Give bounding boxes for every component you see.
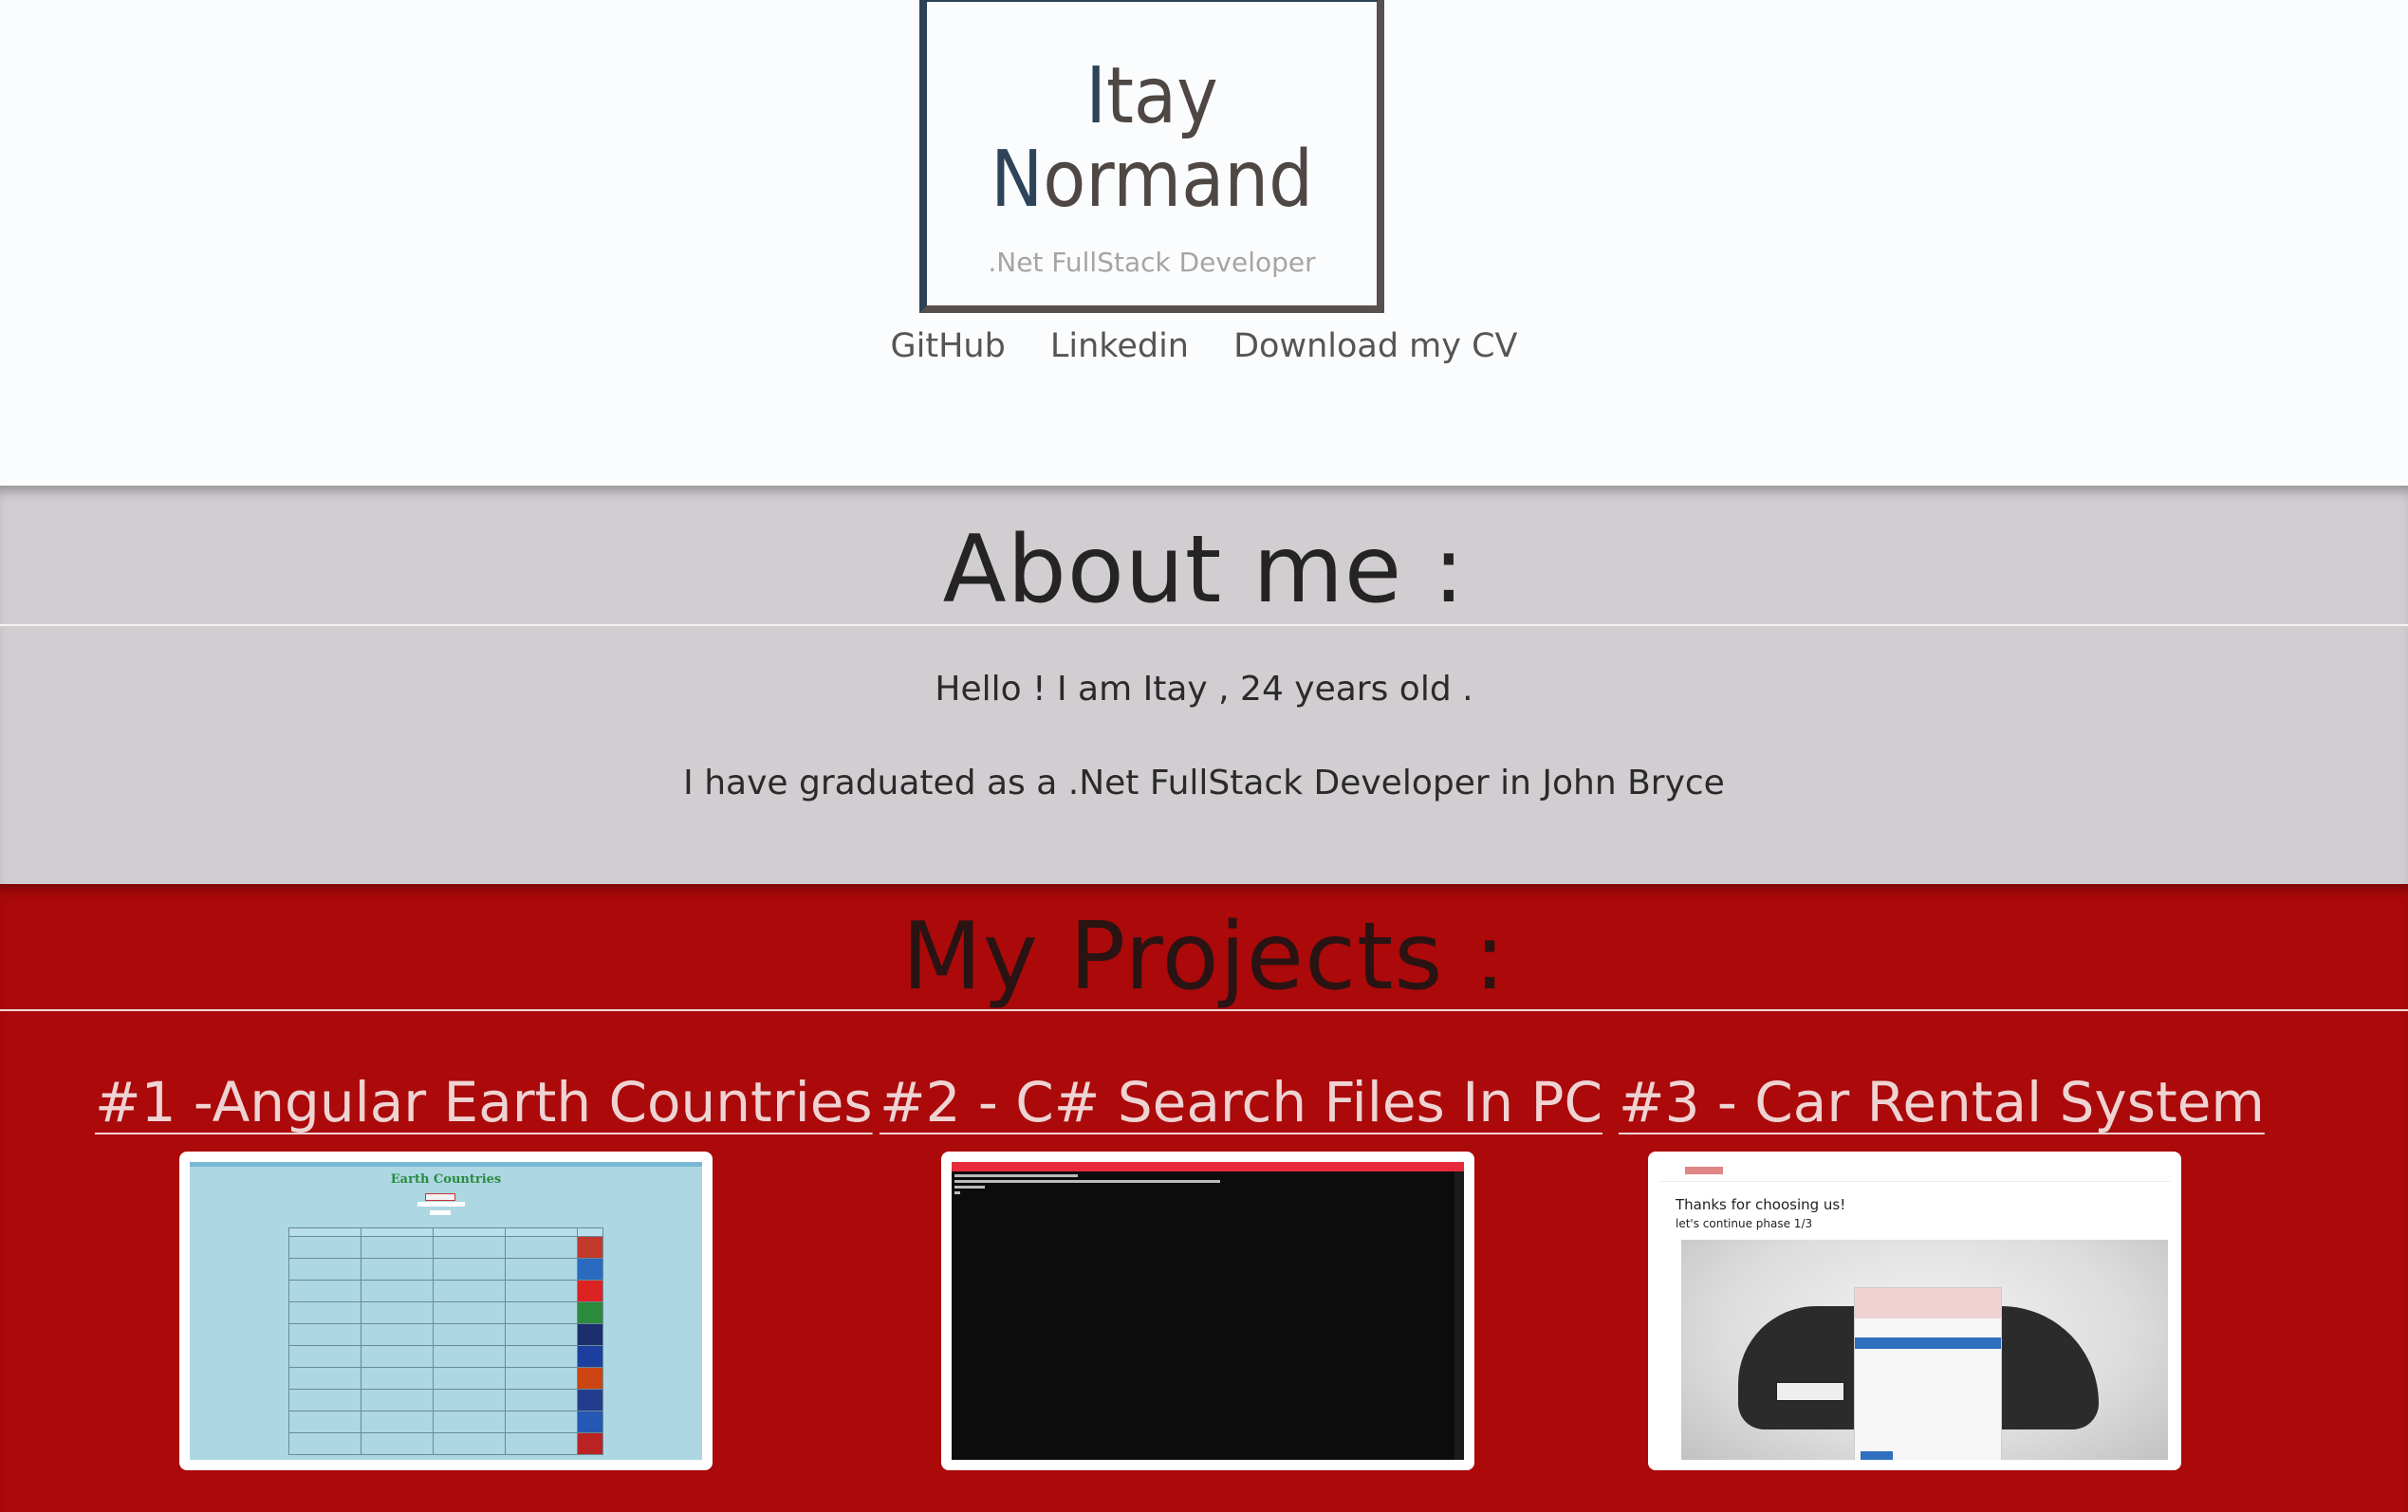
welcome-banner — [1855, 1288, 2001, 1318]
about-divider — [0, 624, 2408, 626]
table-row — [288, 1389, 603, 1411]
about-title: About me : — [942, 516, 1466, 624]
download-cv-link[interactable]: Download my CV — [1233, 327, 1517, 365]
thanks-text: Thanks for choosing us! — [1676, 1196, 1846, 1213]
table-row — [288, 1301, 603, 1324]
table-row — [288, 1432, 603, 1455]
name-last-initial: N — [991, 135, 1044, 225]
about-paragraph-2: I have graduated as a .Net FullStack Dev… — [683, 764, 1725, 802]
earth-countries-preview: Earth Countries — [190, 1162, 702, 1460]
console-scrollbar — [1454, 1171, 1464, 1460]
name-first: Itay — [927, 55, 1377, 138]
license-plate — [1776, 1382, 1844, 1401]
name-last-rest: ormand — [1043, 135, 1313, 225]
table-row — [288, 1345, 603, 1368]
project-1-title-link[interactable]: #1 -Angular Earth Countries — [95, 1070, 873, 1134]
table-row — [288, 1227, 603, 1237]
logo-box: Itay Normand .Net FullStack Developer — [919, 0, 1384, 313]
job-subtitle: .Net FullStack Developer — [988, 247, 1316, 278]
countries-table — [288, 1227, 603, 1455]
preview-button — [425, 1193, 455, 1201]
project-2-title-link[interactable]: #2 - C# Search Files In PC — [880, 1070, 1602, 1134]
console-line — [954, 1174, 1078, 1177]
booking-form — [1854, 1287, 2002, 1460]
earth-countries-heading: Earth Countries — [390, 1172, 502, 1187]
table-row — [288, 1367, 603, 1390]
continue-button — [1861, 1451, 1893, 1460]
name-last: Normand — [927, 138, 1377, 222]
name-first-initial: I — [1085, 51, 1106, 141]
projects-title: My Projects : — [901, 903, 1507, 1011]
form-header — [1855, 1337, 2001, 1349]
github-link[interactable]: GitHub — [891, 327, 1006, 365]
preview-navbar — [1658, 1162, 2171, 1182]
table-row — [288, 1280, 603, 1302]
project-1-screenshot[interactable]: Earth Countries — [179, 1152, 713, 1470]
rentacar-logo — [1685, 1167, 1723, 1174]
console-preview — [952, 1162, 1464, 1460]
preview-input — [417, 1202, 465, 1207]
rent-car-preview: Thanks for choosing us! let's continue p… — [1658, 1162, 2171, 1460]
project-3-title-link[interactable]: #3 - Car Rental System — [1619, 1070, 2265, 1134]
linkedin-link[interactable]: Linkedin — [1050, 327, 1189, 365]
projects-divider — [0, 1009, 2408, 1011]
projects-section: My Projects : #1 -Angular Earth Countrie… — [0, 884, 2408, 1512]
car-photo — [1681, 1240, 2168, 1460]
preview-button — [430, 1210, 451, 1215]
phase-text: let's continue phase 1/3 — [1676, 1217, 1813, 1230]
console-cursor — [954, 1191, 960, 1194]
table-row — [288, 1323, 603, 1346]
about-section: About me : Hello ! I am Itay , 24 years … — [0, 486, 2408, 884]
about-paragraph-1: Hello ! I am Itay , 24 years old . — [935, 670, 1473, 709]
header-links: GitHub Linkedin Download my CV — [0, 327, 2408, 365]
name-first-rest: tay — [1105, 51, 1218, 141]
project-3-screenshot[interactable]: Thanks for choosing us! let's continue p… — [1648, 1152, 2181, 1470]
project-2-screenshot[interactable] — [941, 1152, 1474, 1470]
console-line — [954, 1186, 985, 1189]
table-row — [288, 1411, 603, 1433]
table-row — [288, 1236, 603, 1259]
console-titlebar — [952, 1162, 1464, 1171]
console-line — [954, 1180, 1220, 1183]
table-row — [288, 1258, 603, 1281]
